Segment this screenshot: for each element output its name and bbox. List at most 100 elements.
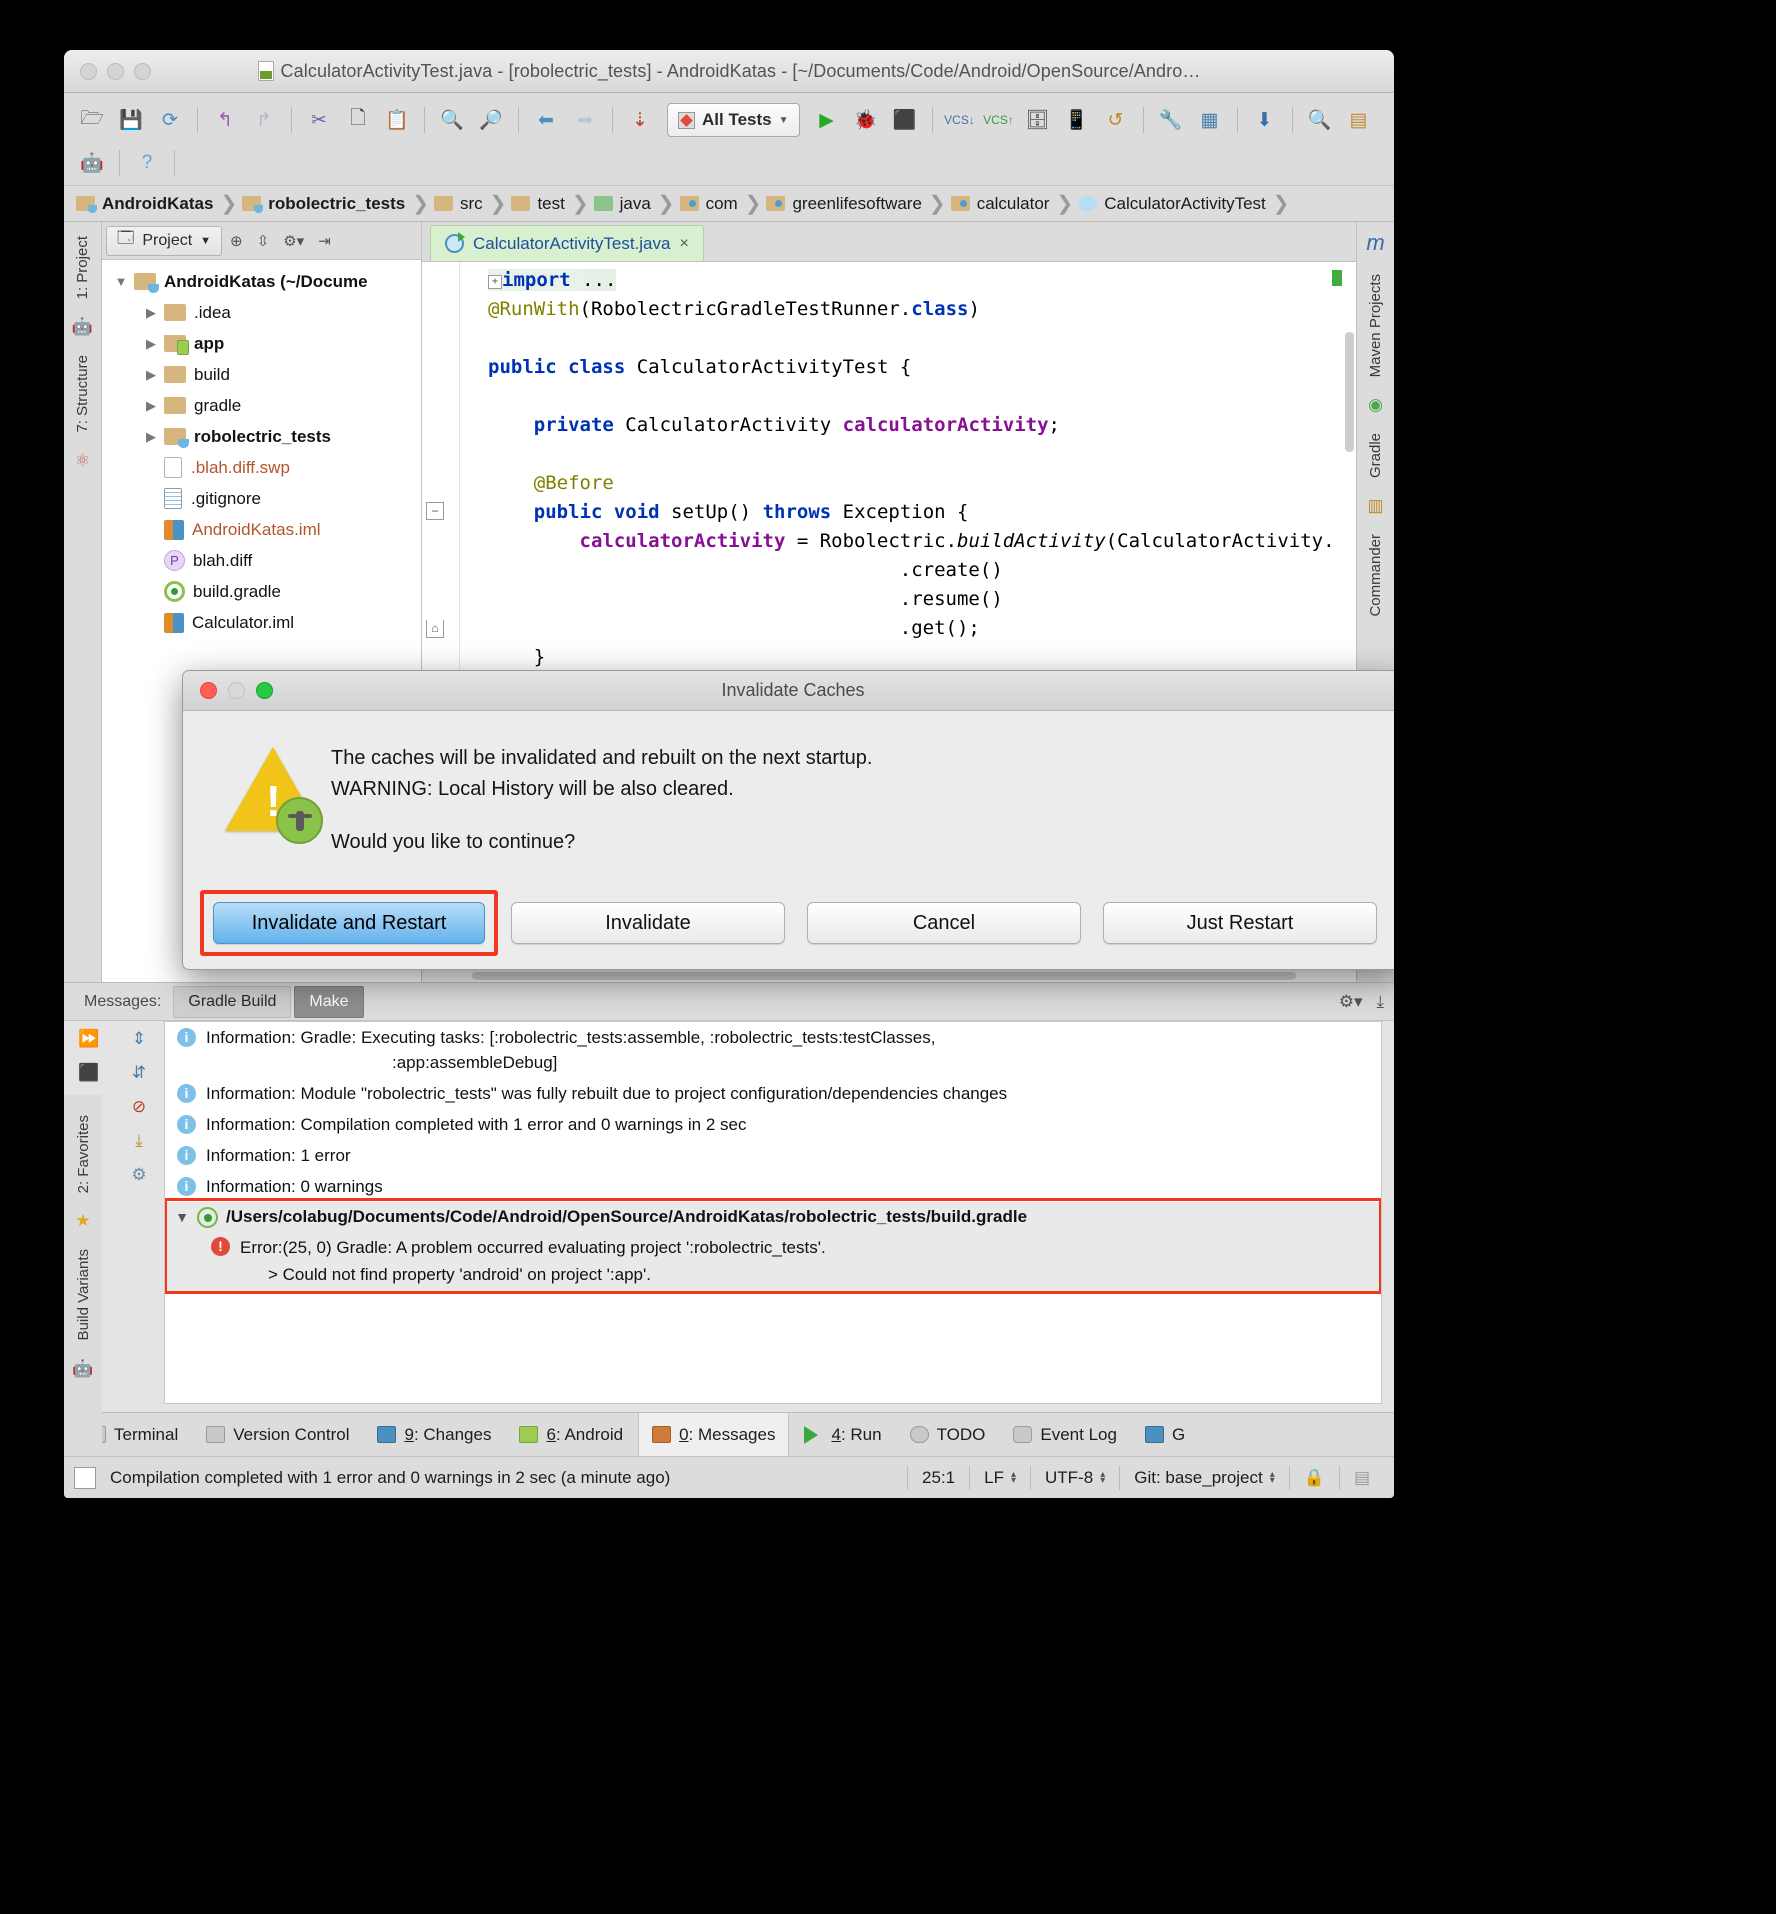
star-icon[interactable]: ★ [75,1211,90,1231]
message-row[interactable]: i Information: Compilation completed wit… [165,1109,1381,1140]
project-tab[interactable]: 🗔 Project ▼ [106,225,223,256]
attach-debugger-icon[interactable]: ⬛ [887,102,923,138]
breadcrumb-item-greenlifesoftware[interactable]: greenlifesoftware [762,186,927,221]
gear-icon[interactable]: ⚙▾ [1339,992,1363,1012]
close-icon[interactable]: × [679,235,688,253]
tree-item-calculator-iml[interactable]: Calculator.iml [102,607,421,638]
tree-item-blah-diff[interactable]: P blah.diff [102,545,421,576]
chevron-down-icon[interactable]: ▼ [108,274,134,289]
breadcrumb-item-class[interactable]: CalculatorActivityTest [1074,186,1272,221]
chevron-right-icon[interactable]: ▶ [138,305,164,321]
tab-run[interactable]: 4: Run [791,1413,894,1456]
hide-icon[interactable]: ⇥ [312,232,337,250]
git-branch-selector[interactable]: Git: base_project ▴ ▾ [1119,1465,1289,1490]
layout-icon[interactable]: ▦ [1192,102,1228,138]
android-rail-icon[interactable]: 🤖 [72,317,93,337]
sidebar-item-maven-projects[interactable]: Maven Projects [1367,264,1384,387]
save-icon[interactable]: 💾 [113,102,149,138]
error-detail-row[interactable]: ! Error:(25, 0) Gradle: A problem occurr… [165,1232,1381,1294]
sidebar-item-gradle[interactable]: Gradle [1367,423,1384,488]
sidebar-item-project[interactable]: 1: Project [74,226,91,309]
scrollbar-thumb[interactable] [1345,332,1354,452]
cut-icon[interactable]: ✂ [301,102,337,138]
invalidate-button[interactable]: Invalidate [511,902,785,944]
status-toggle-icon[interactable] [74,1466,96,1489]
paste-icon[interactable]: 📋 [379,102,415,138]
line-separator[interactable]: LF ▴ ▾ [969,1465,1030,1490]
error-group-row[interactable]: ▼ /Users/colabug/Documents/Code/Android/… [165,1202,1381,1232]
tree-item-blah-diff-swp[interactable]: .blah.diff.swp [102,452,421,483]
cancel-button[interactable]: Cancel [807,902,1081,944]
tree-item-idea[interactable]: ▶ .idea [102,297,421,328]
tab-android[interactable]: 6: Android [506,1413,636,1456]
collapse-all-icon[interactable]: ⇵ [132,1063,146,1083]
tab-gradle-build[interactable]: Gradle Build [173,985,292,1018]
message-row[interactable]: i Information: 0 warnings [165,1171,1381,1202]
sort-icon[interactable]: ⇣ [622,102,658,138]
tree-item-build-gradle[interactable]: build.gradle [102,576,421,607]
invalidate-and-restart-button[interactable]: Invalidate and Restart [213,902,485,944]
tree-item-androidkatas-iml[interactable]: AndroidKatas.iml [102,514,421,545]
back-icon[interactable]: ⬅ [528,102,564,138]
tree-item-robolectric-tests[interactable]: ▶ robolectric_tests [102,421,421,452]
tree-item-gradle[interactable]: ▶ gradle [102,390,421,421]
android-icon[interactable]: 🤖 [74,145,110,181]
tab-changes[interactable]: 9: Changes [364,1413,504,1456]
collapse-all-icon[interactable]: ⇳ [251,232,276,250]
android-icon[interactable]: 🤖 [72,1359,93,1379]
breadcrumb-item-java[interactable]: java [590,186,657,221]
sidebar-item-structure[interactable]: 7: Structure [74,345,91,443]
run-configuration-selector[interactable]: All Tests ▼ [667,103,800,137]
message-row[interactable]: i Information: Gradle: Executing tasks: … [165,1022,1381,1078]
target-icon[interactable]: ⊕ [224,232,249,250]
message-row[interactable]: i Information: Module "robolectric_tests… [165,1078,1381,1109]
tab-version-control[interactable]: Version Control [193,1413,362,1456]
debug-icon[interactable]: 🐞 [848,102,884,138]
just-restart-button[interactable]: Just Restart [1103,902,1377,944]
copy-icon[interactable]: 🗋 [340,102,376,138]
download-icon[interactable]: ⬇ [1247,102,1283,138]
expand-all-icon[interactable]: ⇕ [132,1029,146,1049]
vcs-commit-icon[interactable]: VCS↑ [981,102,1017,138]
replace-icon[interactable]: 🔎 [473,102,509,138]
caret-position[interactable]: 25:1 [907,1465,969,1490]
run-icon[interactable]: ▶ [809,102,845,138]
sdk-manager-icon[interactable]: 🗄 [1020,102,1056,138]
tab-gradle[interactable]: G [1132,1413,1198,1456]
stop-icon[interactable]: ⬛ [78,1063,99,1083]
breadcrumb-item-test[interactable]: test [507,186,570,221]
chevron-right-icon[interactable]: ▶ [138,367,164,383]
breadcrumb-item-com[interactable]: com [676,186,744,221]
export-icon[interactable]: ⤓ [135,1131,143,1151]
scrollbar-thumb[interactable] [472,972,1296,980]
help-icon[interactable]: ? [129,145,165,181]
editor-hscrollbar[interactable] [422,968,1356,982]
tree-item-androidkatas[interactable]: ▼ AndroidKatas (~/Docume [102,266,421,297]
inspector-icon[interactable]: ▤ [1338,1465,1384,1490]
tab-make[interactable]: Make [294,985,364,1018]
tree-item-gitignore[interactable]: .gitignore [102,483,421,514]
tab-event-log[interactable]: Event Log [1000,1413,1130,1456]
lock-icon[interactable]: 🔒 [1288,1465,1339,1490]
open-folder-icon[interactable]: 🗁 [74,102,110,138]
run-all-icon[interactable]: ⏩ [78,1029,99,1049]
project-structure-icon[interactable]: 🔧 [1153,102,1189,138]
sidebar-item-favorites[interactable]: 2: Favorites [75,1105,92,1203]
tab-todo[interactable]: TODO [897,1413,999,1456]
hierarchy-icon[interactable]: ⚛ [75,451,90,471]
inspect-icon[interactable]: ▤ [1341,102,1377,138]
encoding-selector[interactable]: UTF-8 ▴ ▾ [1030,1465,1119,1490]
chevron-down-icon[interactable]: ▼ [171,1209,193,1225]
breadcrumb-item-robolectric-tests[interactable]: robolectric_tests [238,186,411,221]
editor-tab-calculatoractivitytest[interactable]: CalculatorActivityTest.java × [430,225,704,261]
sync-icon[interactable]: ⟳ [152,102,188,138]
chevron-right-icon[interactable]: ▶ [138,336,164,352]
avd-manager-icon[interactable]: 📱 [1059,102,1095,138]
tree-item-app[interactable]: ▶ app [102,328,421,359]
settings-icon[interactable]: ⚙ [131,1165,146,1185]
sidebar-item-build-variants[interactable]: Build Variants [75,1239,92,1350]
breadcrumb-item-androidkatas[interactable]: AndroidKatas [72,186,219,221]
message-row[interactable]: i Information: 1 error [165,1140,1381,1171]
hide-warnings-icon[interactable]: ⊘ [132,1097,146,1117]
chevron-right-icon[interactable]: ▶ [138,398,164,414]
